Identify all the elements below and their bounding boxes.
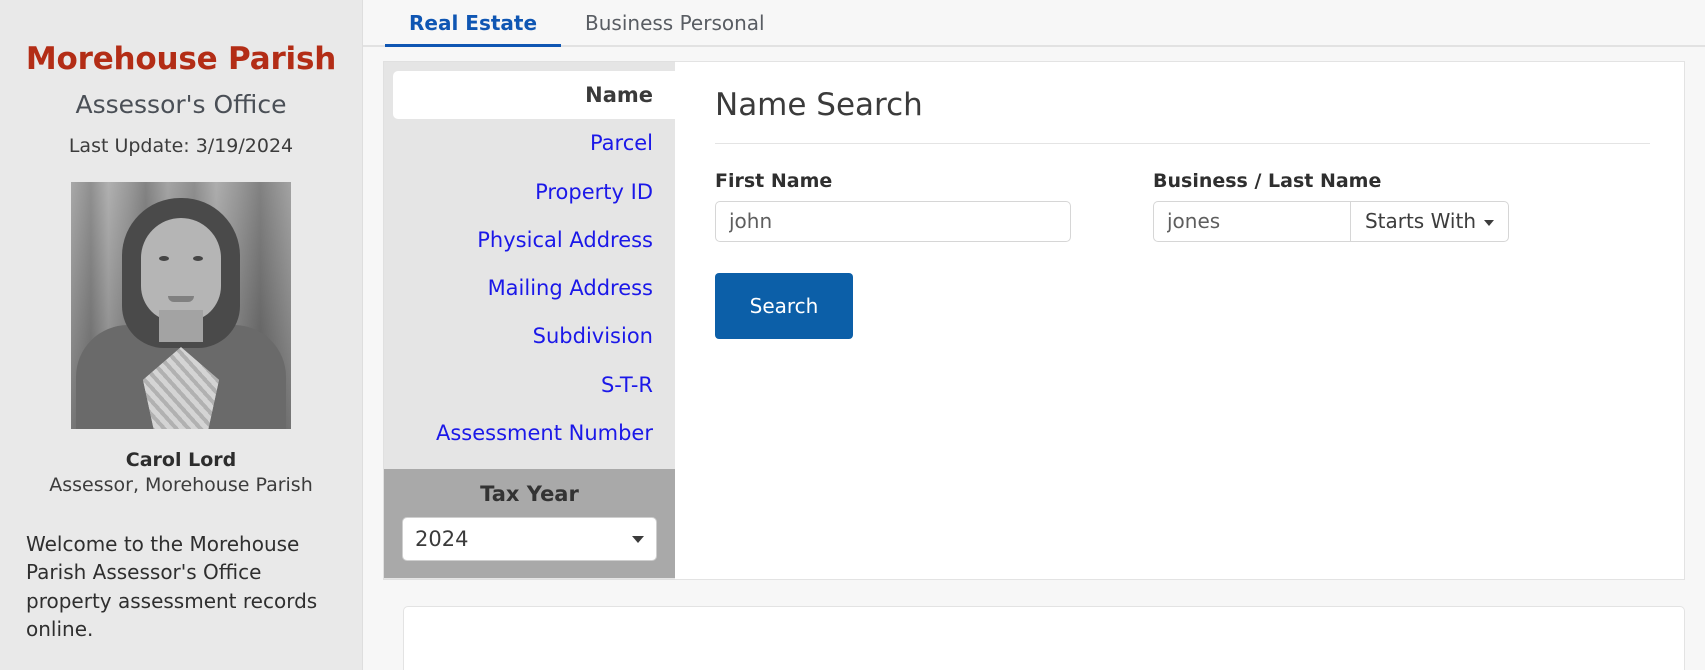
tax-year-label: Tax Year [402,482,657,506]
welcome-text: Welcome to the Morehouse Parish Assessor… [24,530,338,644]
assessor-name: Carol Lord [24,449,338,471]
caret-down-icon [1484,220,1494,226]
nav-item-physical-address[interactable]: Physical Address [384,216,675,264]
assessor-role: Assessor, Morehouse Parish [24,474,338,496]
sidebar: Morehouse Parish Assessor's Office Last … [0,0,363,670]
match-mode-label: Starts With [1365,209,1476,233]
chevron-down-icon [632,536,644,543]
match-mode-dropdown[interactable]: Starts With [1350,201,1509,242]
nav-item-s-t-r[interactable]: S-T-R [384,361,675,409]
tab-bar: Real Estate Business Personal [363,0,1705,47]
portrait-wrapper [24,182,338,429]
tax-year-value: 2024 [415,527,468,551]
tax-year-section: Tax Year 2024 [384,469,675,578]
last-name-input[interactable] [1153,201,1350,242]
search-button[interactable]: Search [715,273,853,339]
last-update-text: Last Update: 3/19/2024 [24,135,338,157]
first-name-input[interactable] [715,201,1071,242]
search-type-nav: Name Parcel Property ID Physical Address… [383,61,675,580]
tab-business-personal[interactable]: Business Personal [561,0,789,45]
photo-neck [159,310,203,342]
photo-mouth [168,296,194,302]
page-title: Name Search [715,88,1650,124]
nav-item-mailing-address[interactable]: Mailing Address [384,264,675,312]
assessor-photo [71,182,291,429]
first-name-label: First Name [715,170,1071,192]
nav-item-assessment-number[interactable]: Assessment Number [384,409,675,457]
nav-item-name[interactable]: Name [393,71,675,119]
last-name-block: Business / Last Name Starts With [1153,170,1509,242]
tab-real-estate[interactable]: Real Estate [385,0,561,45]
form-row: First Name Business / Last Name Starts W… [715,170,1650,242]
first-name-block: First Name [715,170,1071,242]
org-subtitle: Assessor's Office [24,90,338,120]
panels-row: Name Parcel Property ID Physical Address… [363,47,1705,670]
last-name-input-group: Starts With [1153,201,1509,242]
nav-item-parcel[interactable]: Parcel [384,119,675,167]
tax-year-select[interactable]: 2024 [402,517,657,561]
nav-item-subdivision[interactable]: Subdivision [384,312,675,360]
results-card-partial [403,606,1685,670]
title-divider [715,143,1650,144]
nav-item-property-id[interactable]: Property ID [384,168,675,216]
search-form-card: Name Search First Name Business / Last N… [675,61,1685,580]
search-type-list: Name Parcel Property ID Physical Address… [384,71,675,457]
main-column: Real Estate Business Personal Name Parce… [363,0,1705,670]
photo-face [141,218,221,322]
org-title: Morehouse Parish [24,42,338,76]
page-root: Morehouse Parish Assessor's Office Last … [0,0,1705,670]
last-name-label: Business / Last Name [1153,170,1509,192]
